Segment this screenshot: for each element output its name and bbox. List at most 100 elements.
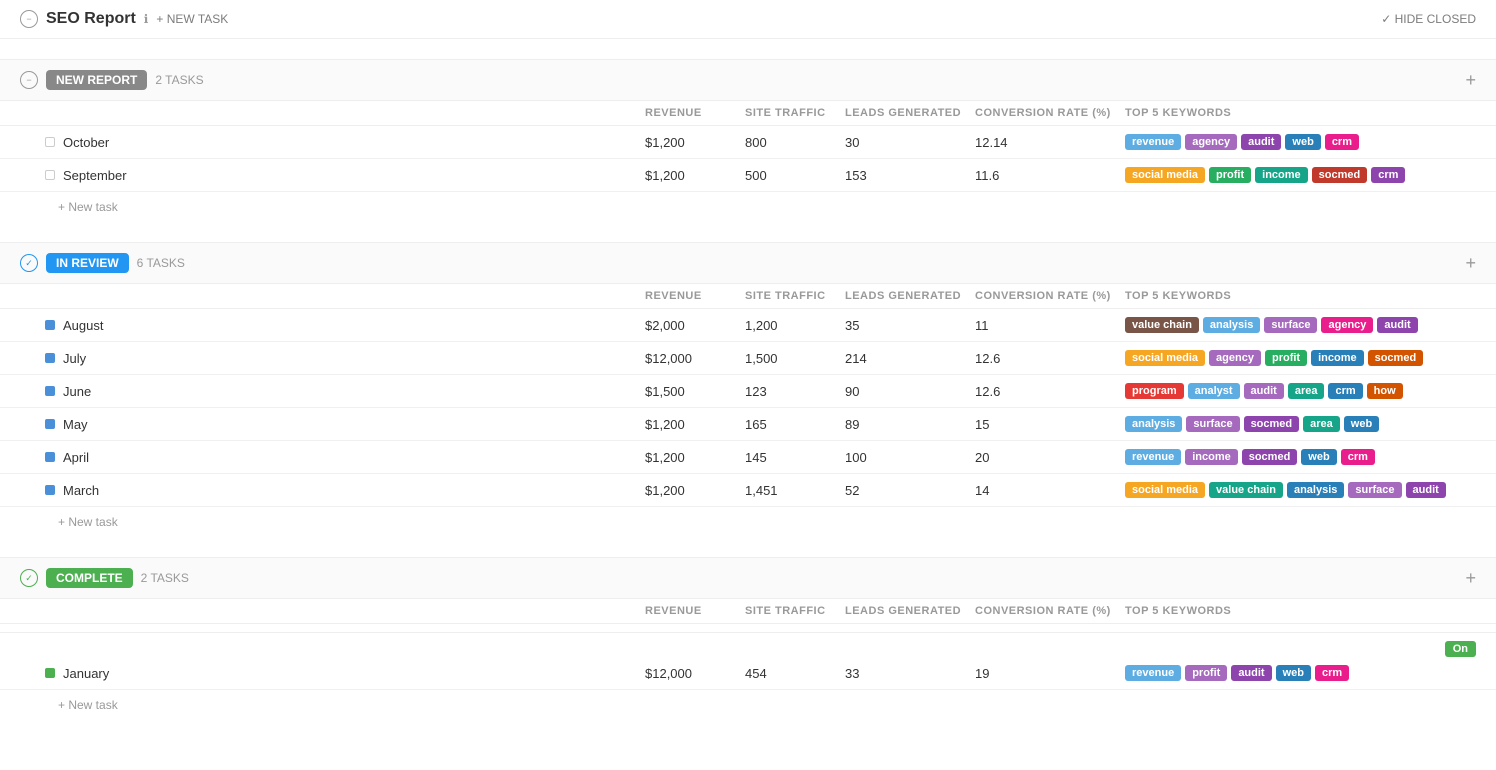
new-task-link-in-review[interactable]: + New task <box>0 507 1496 537</box>
tag: agency <box>1321 317 1373 333</box>
tag: audit <box>1244 383 1284 399</box>
tag: socmed <box>1244 416 1300 432</box>
task-tags: revenueagencyauditwebcrm <box>1125 134 1446 150</box>
section-label-complete[interactable]: COMPLETE <box>46 568 133 588</box>
section-in-review: ✓ IN REVIEW 6 TASKS + REVENUESITE TRAFFI… <box>0 222 1496 537</box>
col-name <box>45 290 645 302</box>
tag: social media <box>1125 167 1205 183</box>
col-name <box>45 605 645 617</box>
table-row: April $1,200 145 100 20 revenueincomesoc… <box>0 441 1496 474</box>
task-traffic: 165 <box>745 417 845 432</box>
task-revenue: $12,000 <box>645 666 745 681</box>
task-conversion: 15 <box>975 417 1125 432</box>
tag: crm <box>1315 665 1349 681</box>
task-tags: analysissurfacesocmedareaweb <box>1125 416 1446 432</box>
task-leads: 153 <box>845 168 975 183</box>
task-dot <box>45 452 55 462</box>
section-header-in-review: ✓ IN REVIEW 6 TASKS + <box>0 242 1496 284</box>
tag: income <box>1185 449 1238 465</box>
task-name: May <box>45 417 645 432</box>
task-dot <box>45 170 55 180</box>
tag: crm <box>1328 383 1362 399</box>
hide-closed-button[interactable]: ✓ HIDE CLOSED <box>1381 12 1476 26</box>
new-task-link-new-report[interactable]: + New task <box>0 192 1496 222</box>
table-row: March $1,200 1,451 52 14 social mediaval… <box>0 474 1496 507</box>
new-task-button[interactable]: + NEW TASK <box>156 12 228 26</box>
table-row: July $12,000 1,500 214 12.6 social media… <box>0 342 1496 375</box>
section-label-in-review[interactable]: IN REVIEW <box>46 253 129 273</box>
tag: profit <box>1209 167 1251 183</box>
task-traffic: 800 <box>745 135 845 150</box>
section-toggle-in-review[interactable]: ✓ <box>20 254 38 272</box>
section-new-report: − NEW REPORT 2 TASKS + REVENUESITE TRAFF… <box>0 39 1496 222</box>
tag: audit <box>1377 317 1417 333</box>
task-traffic: 1,500 <box>745 351 845 366</box>
tag: agency <box>1209 350 1261 366</box>
task-traffic: 145 <box>745 450 845 465</box>
col-0: REVENUE <box>645 605 745 617</box>
task-label: March <box>63 483 99 498</box>
col-2: LEADS GENERATED <box>845 107 975 119</box>
tag: program <box>1125 383 1184 399</box>
task-dot <box>45 419 55 429</box>
task-tags: programanalystauditareacrmhow <box>1125 383 1446 399</box>
col-4: TOP 5 KEYWORDS <box>1125 605 1446 617</box>
on-badge: On <box>1445 641 1476 657</box>
task-leads: 35 <box>845 318 975 333</box>
collapse-icon[interactable]: − <box>20 10 38 28</box>
tag: socmed <box>1242 449 1298 465</box>
columns-header-complete: REVENUESITE TRAFFICLEADS GENERATEDCONVER… <box>0 599 1496 624</box>
task-tags: revenueincomesocmedwebcrm <box>1125 449 1446 465</box>
task-label: July <box>63 351 86 366</box>
section-header-complete: ✓ COMPLETE 2 TASKS + <box>0 557 1496 599</box>
tag: income <box>1311 350 1364 366</box>
task-conversion: 12.14 <box>975 135 1125 150</box>
new-task-link-complete[interactable]: + New task <box>0 690 1496 720</box>
task-traffic: 1,200 <box>745 318 845 333</box>
tag: social media <box>1125 482 1205 498</box>
section-count-complete: 2 TASKS <box>141 571 189 585</box>
columns-header-in-review: REVENUESITE TRAFFICLEADS GENERATEDCONVER… <box>0 284 1496 309</box>
header: − SEO Report ℹ + NEW TASK ✓ HIDE CLOSED <box>0 0 1496 39</box>
tag: revenue <box>1125 449 1181 465</box>
tag: crm <box>1371 167 1405 183</box>
table-row: October $1,200 800 30 12.14 revenueagenc… <box>0 126 1496 159</box>
task-dot <box>45 485 55 495</box>
info-icon[interactable]: ℹ <box>144 12 149 26</box>
col-1: SITE TRAFFIC <box>745 605 845 617</box>
col-0: REVENUE <box>645 290 745 302</box>
tag: surface <box>1348 482 1401 498</box>
task-leads: 214 <box>845 351 975 366</box>
tag: analysis <box>1125 416 1182 432</box>
task-label: April <box>63 450 89 465</box>
task-tags: social mediaprofitincomesocmedcrm <box>1125 167 1446 183</box>
section-toggle-complete[interactable]: ✓ <box>20 569 38 587</box>
section-toggle-new-report[interactable]: − <box>20 71 38 89</box>
task-leads: 90 <box>845 384 975 399</box>
section-header-new-report: − NEW REPORT 2 TASKS + <box>0 59 1496 101</box>
tag: web <box>1301 449 1336 465</box>
task-name: July <box>45 351 645 366</box>
tag: crm <box>1341 449 1375 465</box>
tag: analyst <box>1188 383 1240 399</box>
task-conversion: 14 <box>975 483 1125 498</box>
col-action <box>1446 107 1476 119</box>
section-count-in-review: 6 TASKS <box>137 256 185 270</box>
tag: audit <box>1231 665 1271 681</box>
tag: audit <box>1241 134 1281 150</box>
tag: socmed <box>1368 350 1424 366</box>
section-label-new-report[interactable]: NEW REPORT <box>46 70 147 90</box>
tag: area <box>1303 416 1340 432</box>
task-conversion: 11 <box>975 318 1125 333</box>
section-add-new-report[interactable]: + <box>1465 71 1476 89</box>
section-add-complete[interactable]: + <box>1465 569 1476 587</box>
task-name: August <box>45 318 645 333</box>
task-label: October <box>63 135 109 150</box>
task-leads: 100 <box>845 450 975 465</box>
tag: web <box>1276 665 1311 681</box>
section-add-in-review[interactable]: + <box>1465 254 1476 272</box>
task-traffic: 500 <box>745 168 845 183</box>
tag: value chain <box>1125 317 1199 333</box>
task-tags: value chainanalysissurfaceagencyaudit <box>1125 317 1446 333</box>
task-name: October <box>45 135 645 150</box>
